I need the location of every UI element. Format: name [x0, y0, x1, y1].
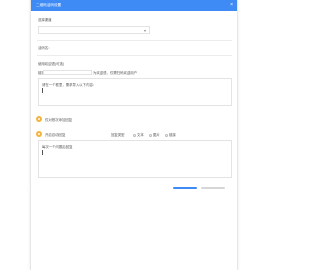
welcome-label: 使用欢迎语(可选)	[38, 62, 64, 66]
reply-option-link[interactable]: 链接	[165, 132, 176, 137]
reply-text: 每次一个问题后回复	[42, 145, 73, 149]
auto-reply-label: 开启自动回复	[45, 133, 66, 137]
reply-option-label: 图片	[153, 133, 160, 137]
auto-reply-toggle[interactable]	[36, 131, 42, 137]
cancel-button[interactable]: 取消	[201, 187, 225, 189]
divider	[37, 55, 232, 56]
close-icon[interactable]: ×	[230, 0, 233, 11]
radio-icon	[133, 133, 136, 137]
welcome-textarea[interactable]: 请在一个框里，需求导入以下内容：	[38, 78, 232, 106]
divider	[37, 40, 232, 41]
reply-textarea[interactable]: 每次一个问题后回复	[38, 140, 232, 178]
reply-option-image[interactable]: 图片	[149, 132, 160, 137]
welcome-text: 请在一个框里，需求导入以下内容：	[42, 83, 97, 87]
first-add-toggle[interactable]	[36, 116, 42, 122]
channel-label: 选择渠道	[38, 18, 52, 22]
ok-button[interactable]: 确定	[173, 187, 197, 189]
reply-type-label: 回复类型	[111, 133, 125, 137]
dialog-titlebar: 二维码活码设置 ×	[31, 0, 237, 11]
reply-option-label: 文本	[137, 133, 144, 137]
reply-option-label: 链接	[169, 133, 176, 137]
chevron-down-icon: ▾	[143, 28, 146, 33]
link-suffix-label: 为欢迎语，仅需扫码欢迎用户	[93, 71, 138, 75]
channel-select[interactable]: ▾	[38, 26, 150, 34]
qr-settings-dialog: 二维码活码设置 × 选择渠道 ▾ 活码名： 使用欢迎语(可选) 链接： 为欢迎语…	[30, 0, 238, 270]
text-cursor	[42, 150, 43, 155]
side-marker: ·	[27, 188, 28, 192]
radio-icon	[149, 133, 152, 137]
radio-icon	[165, 133, 168, 137]
text-cursor	[42, 88, 43, 93]
dialog-title: 二维码活码设置	[36, 3, 62, 7]
code-name-label: 活码名：	[38, 46, 52, 50]
link-input[interactable]	[43, 70, 92, 75]
reply-option-text[interactable]: 文本	[133, 132, 144, 137]
first-add-label: 仅对首次添加回复	[45, 118, 73, 122]
